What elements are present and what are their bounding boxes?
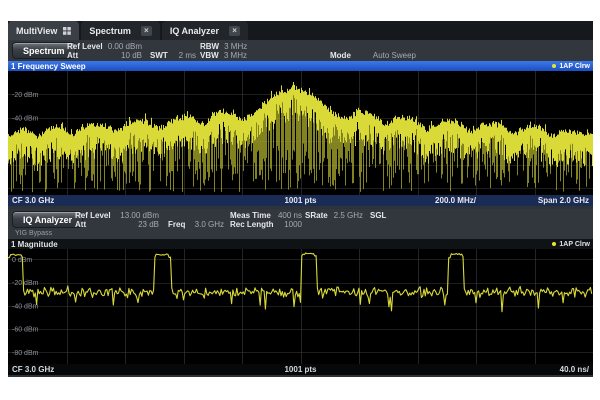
- tab-spectrum[interactable]: Spectrum ×: [81, 21, 160, 40]
- trace-legend-label: 1AP Clrw: [559, 241, 590, 248]
- center-frequency-readout: CF 3.0 GHz: [12, 196, 54, 205]
- att-value: 23 dB: [138, 220, 159, 229]
- freq-label: Freq: [168, 220, 185, 229]
- vbw-label: VBW: [200, 51, 219, 60]
- rbw-value: 3 MHz: [224, 42, 247, 51]
- sgl-label: SGL: [370, 211, 386, 220]
- span-readout: Span 2.0 GHz: [538, 196, 589, 205]
- ref-level-label: Ref Level: [67, 42, 103, 51]
- yig-bypass-indicator: YIG Bypass: [15, 230, 52, 237]
- trace-color-dot-icon: [552, 242, 556, 246]
- screenshot-page: MultiView Spectrum × IQ Analyzer × Spect…: [0, 0, 600, 400]
- swt-field[interactable]: SWT 2 ms: [150, 51, 196, 60]
- att-label: Att: [75, 220, 86, 229]
- mode-value: Auto Sweep: [373, 51, 416, 60]
- frequency-sweep-title: 1 Frequency Sweep: [11, 62, 86, 71]
- meas-time-label: Meas Time: [230, 211, 271, 220]
- ref-level-value: 0.00 dBm: [108, 42, 142, 51]
- iq-analyzer-channel-button[interactable]: IQ Analyzer: [12, 211, 83, 228]
- close-icon[interactable]: ×: [141, 26, 152, 36]
- rbw-label: RBW: [200, 42, 219, 51]
- mode-field[interactable]: Mode Auto Sweep: [330, 51, 416, 60]
- frequency-sweep-titlebar[interactable]: 1 Frequency Sweep 1AP Clrw: [8, 61, 593, 71]
- srate-label: SRate: [305, 211, 328, 220]
- tab-bar: MultiView Spectrum × IQ Analyzer ×: [8, 21, 593, 40]
- swt-value: 2 ms: [179, 51, 196, 60]
- spectrum-channel-button[interactable]: Spectrum: [12, 42, 76, 59]
- frequency-sweep-footer: CF 3.0 GHz 1001 pts 200.0 MHz/ Span 2.0 …: [8, 195, 593, 206]
- rec-length-label: Rec Length: [230, 220, 274, 229]
- magnitude-footer: CF 3.0 GHz 1001 pts 40.0 ns/: [8, 364, 593, 375]
- single-sweep-indicator: SGL: [370, 211, 391, 220]
- spectrum-channel-header: Spectrum Ref Level 0.00 dBm Att 10 dB SW…: [8, 40, 593, 61]
- trace-legend: 1AP Clrw: [552, 63, 590, 70]
- trace-color-dot-icon: [552, 64, 556, 68]
- ref-level-field[interactable]: Ref Level 0.00 dBm: [67, 42, 142, 51]
- freq-value: 3.0 GHz: [195, 220, 224, 229]
- att-field[interactable]: Att 23 dB: [75, 220, 159, 229]
- sweep-points-readout: 1001 pts: [284, 365, 316, 374]
- srate-value: 2.5 GHz: [334, 211, 363, 220]
- tab-iq-analyzer[interactable]: IQ Analyzer ×: [162, 21, 248, 40]
- freq-field[interactable]: Freq 3.0 GHz: [168, 220, 224, 229]
- time-per-division-readout: 40.0 ns/: [560, 365, 589, 374]
- rbw-field[interactable]: RBW 3 MHz: [200, 42, 247, 51]
- rec-length-field[interactable]: Rec Length 1000: [230, 220, 302, 229]
- center-frequency-readout: CF 3.0 GHz: [12, 365, 54, 374]
- sweep-points-readout: 1001 pts: [284, 196, 316, 205]
- tab-iq-analyzer-label: IQ Analyzer: [170, 26, 219, 36]
- vbw-value: 3 MHz: [224, 51, 247, 60]
- att-field[interactable]: Att 10 dB: [67, 51, 142, 60]
- mode-label: Mode: [330, 51, 351, 60]
- srate-field[interactable]: SRate 2.5 GHz: [305, 211, 363, 220]
- tab-bar-empty-space: [250, 21, 593, 40]
- swt-label: SWT: [150, 51, 168, 60]
- tab-multiview[interactable]: MultiView: [8, 21, 79, 40]
- magnitude-title: 1 Magnitude: [11, 240, 58, 249]
- magnitude-titlebar[interactable]: 1 Magnitude 1AP Clrw: [8, 239, 593, 249]
- meas-time-field[interactable]: Meas Time 400 ns: [230, 211, 302, 220]
- att-value: 10 dB: [121, 51, 142, 60]
- att-label: Att: [67, 51, 78, 60]
- iq-analyzer-channel-header: IQ Analyzer YIG Bypass Ref Level 13.00 d…: [8, 209, 593, 239]
- ref-level-label: Ref Level: [75, 211, 111, 220]
- trace-legend-label: 1AP Clrw: [559, 63, 590, 70]
- magnitude-plot[interactable]: [8, 249, 593, 364]
- meas-time-value: 400 ns: [278, 211, 302, 220]
- grid-icon: [63, 27, 71, 35]
- trace-legend: 1AP Clrw: [552, 241, 590, 248]
- scale-per-division-readout: 200.0 MHz/: [435, 196, 476, 205]
- frequency-sweep-plot[interactable]: [8, 71, 593, 195]
- tab-spectrum-label: Spectrum: [89, 26, 131, 36]
- vbw-field[interactable]: VBW 3 MHz: [200, 51, 247, 60]
- tab-multiview-label: MultiView: [16, 26, 57, 36]
- ref-level-value: 13.00 dBm: [120, 211, 159, 220]
- close-icon[interactable]: ×: [229, 26, 240, 36]
- rec-length-value: 1000: [284, 220, 302, 229]
- signal-analyzer-window: MultiView Spectrum × IQ Analyzer × Spect…: [8, 21, 593, 377]
- ref-level-field[interactable]: Ref Level 13.00 dBm: [75, 211, 159, 220]
